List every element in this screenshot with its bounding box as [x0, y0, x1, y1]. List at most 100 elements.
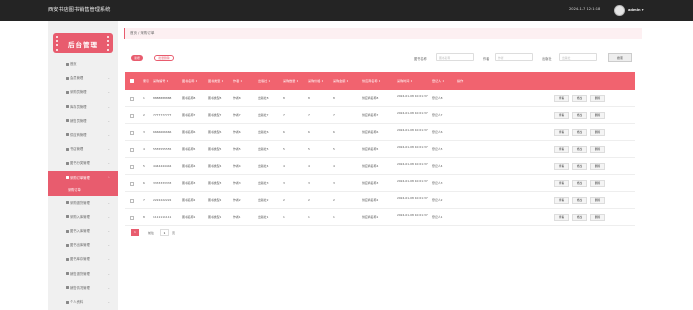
sort-icon[interactable]: ⇕ [195, 80, 197, 83]
column-header[interactable]: 索引 [143, 72, 149, 90]
sidebar-item[interactable]: 图书库存管理 ⌄ [48, 252, 118, 266]
select-all-checkbox[interactable] [130, 79, 134, 83]
row-checkbox[interactable] [130, 96, 134, 101]
edit-button[interactable]: 修改 [572, 129, 587, 136]
search-button[interactable]: 搜索 [608, 53, 632, 62]
delete-button[interactable]: 删除 [590, 163, 605, 170]
column-header[interactable]: 供应商名称⇕ [362, 72, 381, 90]
cell-name: 图书名称8 [182, 96, 196, 100]
sidebar-item[interactable]: 会员管理 ⌄ [48, 71, 118, 85]
column-header[interactable]: 出版社⇕ [258, 72, 270, 90]
view-button[interactable]: 查看 [554, 163, 569, 170]
cell-qty: 3 [283, 181, 285, 185]
batch-delete-button[interactable]: 批量删除 [154, 55, 174, 61]
row-checkbox[interactable] [130, 215, 134, 220]
column-header[interactable]: 图书类型⇕ [208, 72, 223, 90]
row-checkbox[interactable] [130, 181, 134, 186]
publisher-input[interactable]: 出版社 [559, 53, 597, 61]
sort-icon[interactable]: ⇕ [240, 80, 242, 83]
sidebar-item[interactable]: 书店管理 ⌄ [48, 142, 118, 156]
sidebar-item[interactable]: 图书分类管理 ⌄ [48, 156, 118, 170]
sort-icon[interactable]: ⇕ [442, 80, 444, 83]
sidebar-item-label: 采购入库管理 [70, 214, 90, 219]
sidebar-item[interactable]: 销售情况管理 ⌄ [48, 281, 118, 295]
edit-button[interactable]: 修改 [572, 163, 587, 170]
sidebar-item[interactable]: 采购入库管理 ⌄ [48, 210, 118, 224]
sidebar-item[interactable]: 采购员管理 ⌄ [48, 85, 118, 99]
cell-reg: 登记人2 [432, 198, 443, 202]
sidebar-item[interactable]: 图书入库管理 ⌄ [48, 224, 118, 238]
delete-button[interactable]: 删除 [590, 180, 605, 187]
view-button[interactable]: 查看 [554, 180, 569, 187]
sidebar-item[interactable]: 供应商管理 ⌄ [48, 128, 118, 142]
view-button[interactable]: 查看 [554, 146, 569, 153]
book-name-input[interactable]: 图书名称 [436, 53, 474, 61]
sidebar-item[interactable]: 库存员管理 ⌄ [48, 100, 118, 114]
edit-button[interactable]: 修改 [572, 214, 587, 221]
edit-button[interactable]: 修改 [572, 95, 587, 102]
column-header[interactable]: 操作 [457, 72, 463, 90]
cell-pub: 出版社5 [258, 147, 269, 151]
sort-icon[interactable]: ⇕ [410, 80, 412, 83]
view-button[interactable]: 查看 [554, 214, 569, 221]
delete-button[interactable]: 删除 [590, 214, 605, 221]
row-checkbox[interactable] [130, 113, 134, 118]
sort-icon[interactable]: ⇕ [221, 80, 223, 83]
sidebar-subitem-active[interactable]: 采购订单 [48, 184, 118, 196]
delete-button[interactable]: 删除 [590, 95, 605, 102]
view-button[interactable]: 查看 [554, 112, 569, 119]
chevron-icon: ⌄ [107, 214, 110, 219]
edit-button[interactable]: 修改 [572, 180, 587, 187]
view-button[interactable]: 查看 [554, 197, 569, 204]
sort-icon[interactable]: ⇕ [378, 80, 380, 83]
sort-icon[interactable]: ⇕ [346, 80, 348, 83]
edit-button[interactable]: 修改 [572, 146, 587, 153]
delete-button[interactable]: 删除 [590, 112, 605, 119]
view-button[interactable]: 查看 [554, 129, 569, 136]
cell-reg: 登记人5 [432, 147, 443, 151]
cell-supplier: 供应商名称6 [362, 130, 379, 134]
add-button[interactable]: 新增 [131, 55, 143, 61]
cell-pub: 出版社7 [258, 113, 269, 117]
sidebar-item[interactable]: 首页 [48, 57, 118, 71]
row-checkbox[interactable] [130, 147, 134, 152]
column-header[interactable]: 采购金额⇕ [333, 72, 348, 90]
sort-icon[interactable]: ⇕ [296, 80, 298, 83]
user-menu[interactable]: admin ▾ [628, 8, 644, 12]
column-header[interactable]: 作者⇕ [233, 72, 242, 90]
page-current[interactable]: 1 [131, 229, 139, 236]
delete-button[interactable]: 删除 [590, 129, 605, 136]
chevron-icon: ⌄ [107, 147, 110, 152]
column-header[interactable]: 采购数量⇕ [283, 72, 298, 90]
column-header[interactable]: 采购编号⇕ [153, 72, 168, 90]
author-input[interactable]: 作者 [495, 53, 533, 61]
sidebar-item[interactable]: 销售员管理 ⌄ [48, 114, 118, 128]
edit-button[interactable]: 修改 [572, 112, 587, 119]
app-title: 西安书店图书销售管理系统 [48, 7, 111, 13]
sidebar-item[interactable]: 采购订单管理 ⌃ [48, 170, 118, 185]
sidebar-item[interactable]: 采购退货管理 ⌄ [48, 196, 118, 210]
cell-time: 2024-01-08 10:01:37 [397, 128, 428, 132]
column-header[interactable]: 采购价格⇕ [308, 72, 323, 90]
column-header[interactable]: 采购时间⇕ [397, 72, 412, 90]
column-header[interactable]: 图书名称⇕ [182, 72, 197, 90]
edit-button[interactable]: 修改 [572, 197, 587, 204]
sidebar-item[interactable]: 销售退货管理 ⌄ [48, 267, 118, 281]
row-checkbox[interactable] [130, 164, 134, 169]
row-checkbox[interactable] [130, 198, 134, 203]
column-header[interactable]: 登记人⇕ [432, 72, 444, 90]
view-button[interactable]: 查看 [554, 95, 569, 102]
sort-icon[interactable]: ⇕ [166, 80, 168, 83]
delete-button[interactable]: 删除 [590, 197, 605, 204]
cell-pub: 出版社1 [258, 215, 269, 219]
sort-icon[interactable]: ⇕ [321, 80, 323, 83]
avatar[interactable] [614, 5, 625, 16]
delete-button[interactable]: 删除 [590, 146, 605, 153]
sidebar-item[interactable]: 图书出库管理 ⌄ [48, 238, 118, 252]
row-checkbox[interactable] [130, 130, 134, 135]
sidebar-item[interactable]: 个人资料 ⌄ [48, 295, 118, 309]
cell-supplier: 供应商名称2 [362, 198, 379, 202]
cell-author: 作者6 [233, 130, 241, 134]
page-input[interactable]: 1 [160, 229, 169, 236]
sort-icon[interactable]: ⇕ [268, 80, 270, 83]
